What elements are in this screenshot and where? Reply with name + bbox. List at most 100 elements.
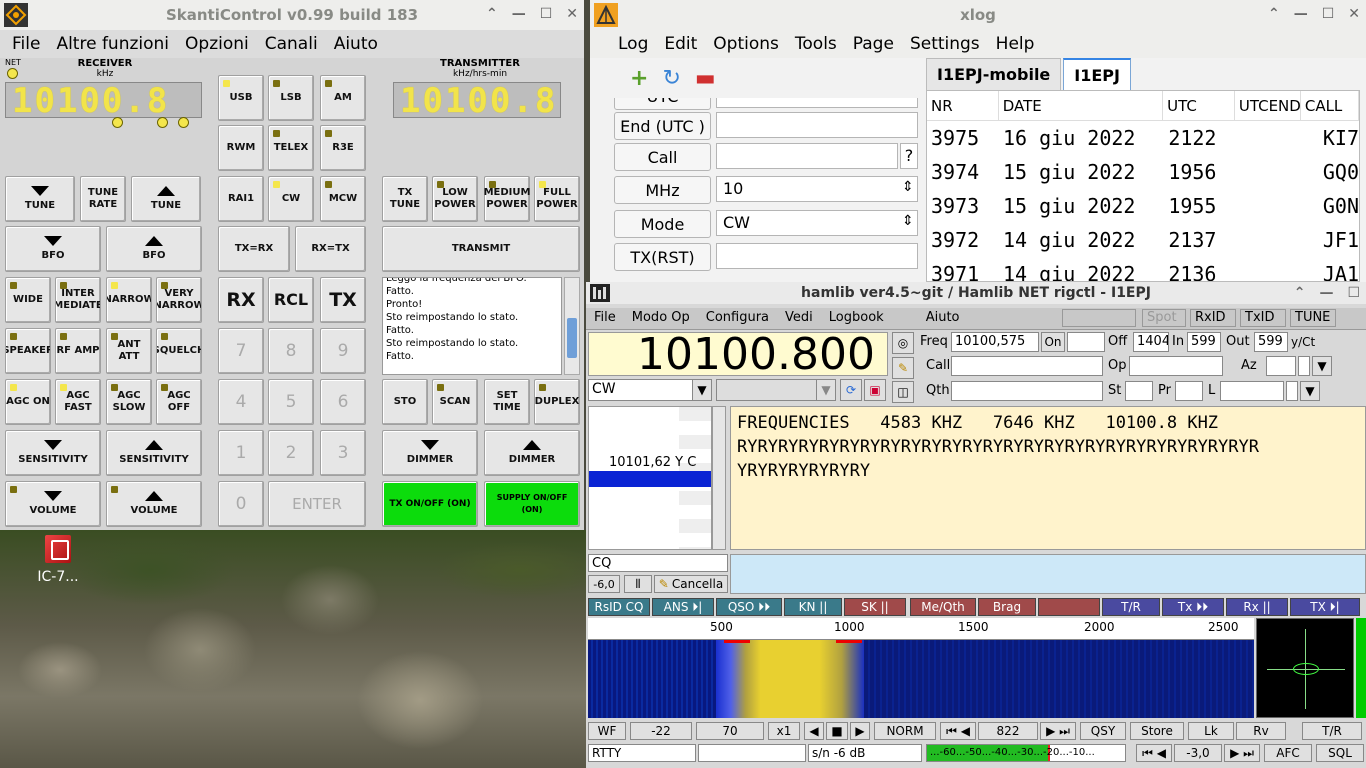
usb-button[interactable]: USB [218,75,264,121]
intermediate-button[interactable]: INTER MEDIATE [55,277,101,323]
minimize-icon[interactable]: — [512,6,526,22]
minimize-icon[interactable]: — [1319,285,1333,301]
key-0[interactable]: 0 [218,481,264,527]
sql-button[interactable]: SQL [1316,744,1364,762]
key-4[interactable]: 4 [218,379,264,425]
rcl-button[interactable]: RCL [268,277,314,323]
spot-button[interactable]: Spot [1142,309,1186,327]
menu-edit[interactable]: Edit [656,34,705,54]
log-scroll-thumb[interactable] [567,318,577,358]
macro-button[interactable]: Brag [978,598,1036,616]
mhz-button[interactable]: MHz [614,176,711,204]
duplex-button[interactable]: DUPLEX [534,379,580,425]
locator-field[interactable] [1220,381,1284,401]
on-time-field[interactable] [1067,332,1105,352]
agc-off-button[interactable]: AGC OFF [156,379,202,425]
rxid-button[interactable]: RxID [1190,309,1236,327]
call-dropdown-icon[interactable]: ▼ [1312,356,1332,376]
sensitivity-up-button[interactable]: SENSITIVITY [106,430,202,476]
menu-log[interactable]: Log [610,34,656,54]
collapse-icon[interactable]: ⌃ [1294,285,1306,301]
menu-settings[interactable]: Settings [902,34,988,54]
log-scrollbar[interactable] [564,277,580,375]
menu-altre-funzioni[interactable]: Altre funzioni [48,34,177,54]
macro-button[interactable]: Tx ⏵⏵ [1162,598,1224,616]
call-field[interactable] [716,143,898,169]
col-utcend[interactable]: UTCEND [1235,91,1301,120]
set-time-button[interactable]: SET TIME [484,379,530,425]
menu-tools[interactable]: Tools [787,34,845,54]
volume-up-button[interactable]: VOLUME [106,481,202,527]
mode-field[interactable]: CW [716,210,918,236]
key-5[interactable]: 5 [268,379,314,425]
waterfall-display[interactable] [588,640,1254,718]
rig-icon[interactable]: ▣ [864,379,886,401]
key-1[interactable]: 1 [218,430,264,476]
col-date[interactable]: DATE [999,91,1164,120]
pr-field[interactable] [1175,381,1203,401]
table-row[interactable]: 3974 15 giu 2022 1956 GQ0 [927,155,1359,189]
maximize-icon[interactable]: ☐ [540,6,553,22]
op-field[interactable] [1129,356,1223,376]
agc-slow-button[interactable]: AGC SLOW [106,379,152,425]
menu-aiuto[interactable]: Aiuto [326,34,386,54]
add-icon[interactable]: + [630,66,648,91]
tx-rst-button[interactable]: TX(RST) [614,243,711,271]
off-time-field[interactable]: 1404 [1133,332,1169,352]
menu-modo-op[interactable]: Modo Op [624,308,698,329]
narrow-button[interactable]: NARROW [106,277,152,323]
macro-button[interactable]: Rx || [1226,598,1288,616]
tx-tune-button[interactable]: TX TUNE [382,176,428,222]
chevron-updown-icon[interactable]: ⇕ [902,179,914,195]
scan-button[interactable]: SCAN [432,379,478,425]
sql-level-field[interactable]: -3,0 [1174,744,1222,762]
close-icon[interactable]: ✕ [1348,6,1360,22]
menu-canali[interactable]: Canali [257,34,326,54]
very-narrow-button[interactable]: VERY NARROW [156,277,202,323]
key-3[interactable]: 3 [320,430,366,476]
carrier-frequency-field[interactable]: 822 [978,722,1038,740]
on-button[interactable]: On [1041,332,1065,352]
menu-options[interactable]: Options [705,34,787,54]
wf-button[interactable]: WF [588,722,626,740]
save-qso-icon[interactable]: ◫ [892,381,914,403]
refresh-icon[interactable]: ↻ [662,66,680,91]
sql-level-down-icon[interactable]: ⏮ ◀ [1136,744,1172,762]
key-7[interactable]: 7 [218,328,264,374]
qsy-button[interactable]: QSY [1080,722,1126,740]
wide-button[interactable]: WIDE [5,277,51,323]
call-button[interactable]: Call [614,143,711,171]
signal-browser[interactable]: 10101,62 Y C [588,406,712,550]
squelch-button[interactable]: SQUELCH [156,328,202,374]
wf-rewind-icon[interactable]: ◀ [804,722,824,740]
table-row[interactable]: 3973 15 giu 2022 1955 G0N [927,189,1359,223]
mode-dropdown-icon[interactable]: ▼ [692,379,712,401]
carrier-fast-up-icon[interactable]: ▶ ⏭ [1040,722,1076,740]
delete-icon[interactable]: ▬ [695,66,716,91]
locator-extra-field[interactable] [1286,381,1298,401]
chevron-updown-icon[interactable]: ⇕ [902,213,914,229]
macro-button[interactable]: TX ⏵| [1290,598,1360,616]
maximize-icon[interactable]: ☐ [1347,285,1360,301]
table-row[interactable]: 3975 16 giu 2022 2122 KI7 [927,121,1359,155]
wf-low-spinner[interactable]: -22 [630,722,692,740]
mcw-button[interactable]: MCW [320,176,366,222]
tx-onoff-button[interactable]: TX ON/OFF (ON) [382,481,478,527]
dimmer-down-button[interactable]: DIMMER [382,430,478,476]
mhz-field[interactable]: 10 [716,176,918,202]
key-6[interactable]: 6 [320,379,366,425]
clear-button[interactable]: ✎ Cancella [654,575,728,593]
macro-button[interactable]: RsID CQ [588,598,650,616]
frequency-display[interactable]: 10100.800 [588,332,888,377]
cw-button[interactable]: CW [268,176,314,222]
close-icon[interactable]: ✕ [566,6,578,22]
agc-on-button[interactable]: AGC ON [5,379,51,425]
sto-button[interactable]: STO [382,379,428,425]
tx-rst-field[interactable] [716,243,918,269]
utc-button[interactable]: UTC [614,98,711,110]
enter-button[interactable]: ENTER [268,481,366,527]
call-help-button[interactable]: ? [900,143,918,169]
tab-i1epj-mobile[interactable]: I1EPJ-mobile [926,58,1062,90]
qth-dropdown-icon[interactable]: ▼ [1300,381,1320,401]
txid-button[interactable]: TxID [1240,309,1286,327]
